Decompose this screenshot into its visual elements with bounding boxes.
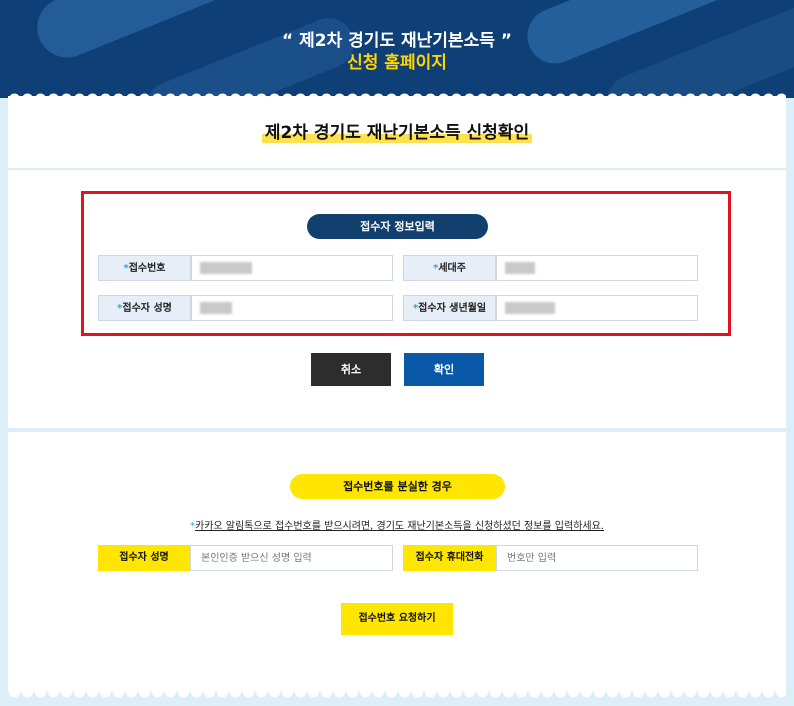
- receipt-number-input[interactable]: [191, 255, 393, 281]
- applicant-name-label: *접수자 성명: [98, 295, 191, 321]
- banner-subtitle: 신청 홈페이지: [347, 53, 447, 73]
- banner-title: “ 제2차 경기도 재난기본소득 ”: [282, 31, 512, 51]
- applicant-name-input[interactable]: [191, 295, 393, 321]
- applicant-birthdate-input[interactable]: [496, 295, 698, 321]
- household-head-input[interactable]: [496, 255, 698, 281]
- lost-phone-label: 접수자 휴대전화: [403, 545, 496, 571]
- header-banner: “ 제2차 경기도 재난기본소득 ” 신청 홈페이지: [0, 0, 794, 98]
- request-number-button[interactable]: 접수번호 요청하기: [341, 603, 453, 635]
- household-head-label: *세대주: [403, 255, 496, 281]
- lost-name-label: 접수자 성명: [98, 545, 190, 571]
- page-title: 제2차 경기도 재난기본소득 신청확인: [0, 118, 794, 143]
- cancel-button[interactable]: 취소: [311, 353, 391, 386]
- lost-name-input[interactable]: [190, 545, 393, 571]
- applicant-birthdate-label: *접수자 생년월일: [403, 295, 496, 321]
- kakao-notice: *카카오 알림톡으로 접수번호를 받으시려면, 경기도 재난기본소득을 신청하셨…: [190, 521, 604, 532]
- lost-number-heading: 접수번호를 분실한 경우: [290, 474, 505, 499]
- scallop-edge: [8, 692, 786, 702]
- applicant-info-heading: 접수자 정보입력: [307, 214, 488, 239]
- lost-phone-input[interactable]: [496, 545, 698, 571]
- confirm-button[interactable]: 확인: [404, 353, 484, 386]
- receipt-number-label: *접수번호: [98, 255, 191, 281]
